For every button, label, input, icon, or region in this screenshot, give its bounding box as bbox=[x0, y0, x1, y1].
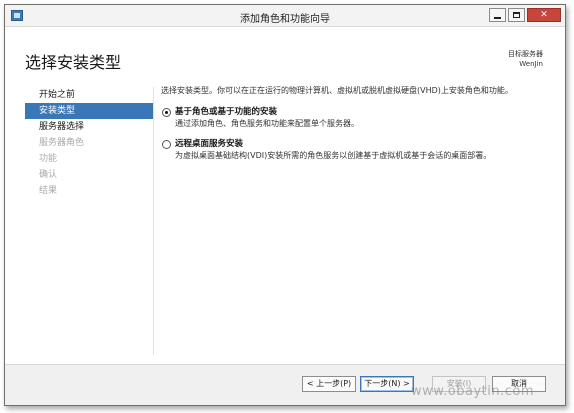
close-icon: ✕ bbox=[540, 9, 548, 20]
nav-divider bbox=[153, 87, 154, 355]
watermark-text: www.obaytin.com bbox=[410, 384, 534, 399]
page-title: 选择安装类型 bbox=[25, 53, 122, 72]
close-button[interactable]: ✕ bbox=[527, 8, 561, 22]
minimize-button[interactable] bbox=[489, 8, 506, 22]
option-description: 通过添加角色、角色服务和功能来配置单个服务器。 bbox=[175, 119, 359, 128]
nav-item-installation-type[interactable]: 安装类型 bbox=[25, 103, 153, 119]
nav-item-results: 结果 bbox=[39, 186, 58, 196]
nav-item-confirmation: 确认 bbox=[39, 170, 58, 180]
main-content: 选择安装类型。你可以在正在运行的物理计算机、虚拟机或脱机虚拟硬盘(VHD)上安装… bbox=[161, 85, 553, 161]
option-description: 为虚拟桌面基础结构(VDI)安装所需的角色服务以创建基于虚拟机或基于会话的桌面部… bbox=[175, 151, 492, 160]
title-bar[interactable]: 添加角色和功能向导 ✕ bbox=[5, 5, 565, 27]
destination-label: 目标服务器 bbox=[508, 50, 543, 58]
role-based-radio[interactable] bbox=[162, 108, 171, 117]
option-title[interactable]: 基于角色或基于功能的安装 bbox=[175, 107, 553, 118]
wizard-window: 添加角色和功能向导 ✕ 选择安装类型 目标服务器 WenJin 开始之前 安装类… bbox=[4, 4, 566, 406]
intro-text: 选择安装类型。你可以在正在运行的物理计算机、虚拟机或脱机虚拟硬盘(VHD)上安装… bbox=[161, 86, 513, 95]
wizard-header: 选择安装类型 目标服务器 WenJin bbox=[5, 27, 565, 77]
previous-button[interactable]: < 上一步(P) bbox=[302, 376, 356, 392]
option-remote-desktop-install[interactable]: 远程桌面服务安装 为虚拟桌面基础结构(VDI)安装所需的角色服务以创建基于虚拟机… bbox=[161, 139, 553, 161]
nav-item-server-roles: 服务器角色 bbox=[39, 138, 85, 148]
window-title: 添加角色和功能向导 bbox=[240, 14, 330, 25]
nav-item-before-you-begin[interactable]: 开始之前 bbox=[25, 87, 153, 103]
remote-desktop-radio[interactable] bbox=[162, 140, 171, 149]
wizard-steps-nav: 开始之前 安装类型 服务器选择 服务器角色 功能 确认 结果 bbox=[25, 87, 153, 199]
minimize-icon bbox=[494, 16, 501, 19]
maximize-icon bbox=[513, 12, 520, 18]
nav-item-features: 功能 bbox=[39, 154, 58, 164]
nav-item-server-selection[interactable]: 服务器选择 bbox=[25, 119, 153, 135]
option-role-based-install[interactable]: 基于角色或基于功能的安装 通过添加角色、角色服务和功能来配置单个服务器。 bbox=[161, 107, 553, 129]
option-title[interactable]: 远程桌面服务安装 bbox=[175, 139, 553, 150]
destination-server-name: WenJin bbox=[519, 60, 543, 68]
maximize-button[interactable] bbox=[508, 8, 525, 22]
window-controls: ✕ bbox=[489, 8, 561, 23]
next-button[interactable]: 下一步(N) > bbox=[360, 376, 414, 392]
destination-server-info: 目标服务器 WenJin bbox=[508, 49, 543, 69]
